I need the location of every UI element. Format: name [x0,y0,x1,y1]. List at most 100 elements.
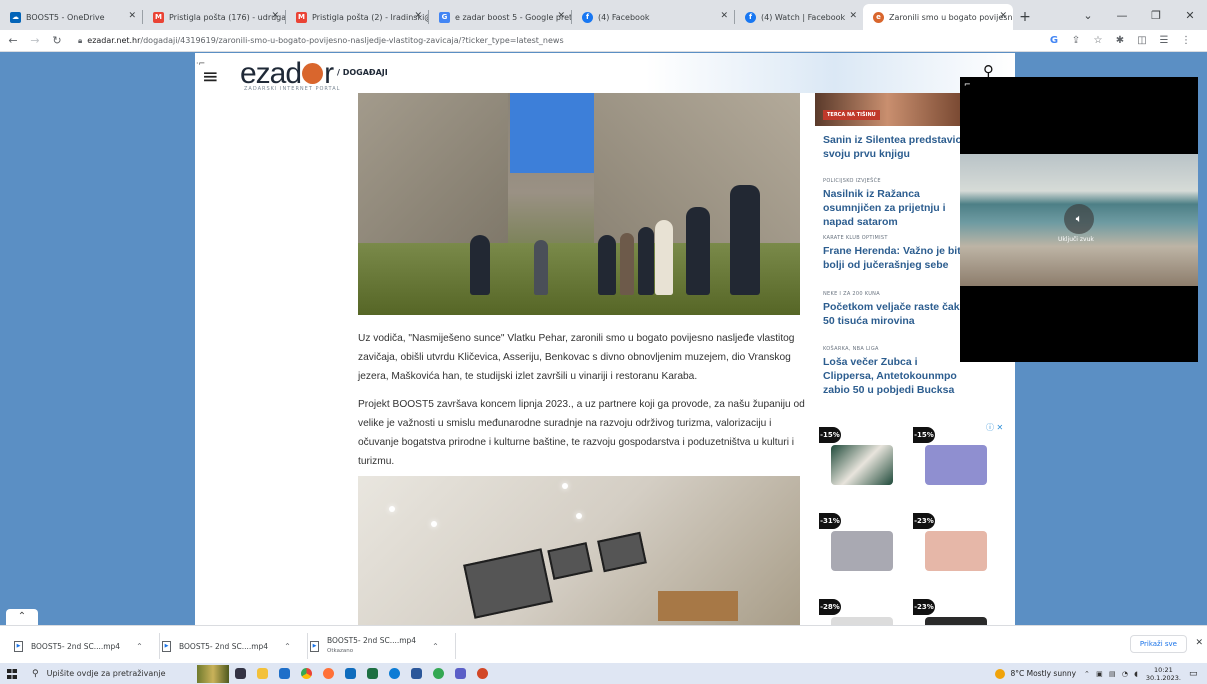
taskbar-search[interactable]: ⚲ Upišite ovdje za pretraživanje [24,663,194,684]
download-item[interactable]: ▶ BOOST5- 2nd SC....mp4 ⌃ [162,633,308,659]
windows-taskbar: ⚲ Upišite ovdje za pretraživanje 8°C Mos… [0,663,1207,684]
close-icon[interactable]: ✕ [414,11,422,21]
floating-video-player[interactable]: ⌐ 🔈︎ Uključi zvuk [960,77,1198,362]
ad-product[interactable]: -28% [817,595,907,625]
news-title[interactable]: Nasilnik iz Ražanca osumnjičen za prijet… [823,187,968,229]
chevron-up-icon[interactable]: ⌃ [284,642,291,651]
menu-icon[interactable]: ⋮ [1175,35,1197,46]
news-item[interactable]: Sanin iz Silentea predstavio svoju prvu … [823,133,968,161]
ad-product[interactable]: -15% [911,423,1001,493]
scroll-up-button[interactable]: ⌃ [6,609,38,625]
download-item[interactable]: ▶ BOOST5- 2nd SC....mp4 Otkazano ⌃ [310,633,456,659]
powerpoint-icon[interactable] [471,663,493,684]
task-view-icon[interactable] [229,663,251,684]
news-item[interactable]: KARATE KLUB OPTIMIST Frane Herenda: Važn… [823,235,968,272]
chrome-icon[interactable] [295,663,317,684]
google-lens-icon[interactable]: G [1043,35,1065,46]
advertisement[interactable]: -15% -15% -31% -23% -28% -23% [815,421,1005,625]
news-title[interactable]: Sanin iz Silentea predstavio svoju prvu … [823,133,968,161]
onedrive-icon: ☁ [10,11,21,23]
bookmark-star-icon[interactable]: ☆ [1087,35,1109,46]
new-tab-button[interactable]: + [1013,4,1037,30]
ad-product[interactable]: -23% [911,509,1001,579]
close-icon[interactable]: ✕ [1195,638,1203,648]
news-item[interactable]: KOŠARKA, NBA LIGA Loša večer Zubca i Cli… [823,346,968,397]
firefox-icon[interactable] [317,663,339,684]
ad-product[interactable]: -31% [817,509,907,579]
start-button[interactable] [0,663,24,684]
extensions-icon[interactable]: ✱ [1109,35,1131,46]
url-field[interactable]: 🔒︎ ezadar.net.hr /dogadaji/4319619/zaron… [78,36,1043,46]
reload-icon[interactable]: ↻ [48,34,66,47]
download-name: BOOST5- 2nd SC....mp4 [327,636,417,645]
news-tag: TERCA NA TIŠINU [823,110,880,120]
store-icon[interactable] [273,663,295,684]
tab-google-search[interactable]: G e zadar boost 5 - Google pretra ✕ [429,4,571,30]
mail-icon[interactable] [339,663,361,684]
close-icon[interactable]: ✕ [271,11,279,21]
chevron-up-icon[interactable]: ⌃ [136,642,143,651]
tab-search-chevron-icon[interactable]: ⌄ [1071,0,1105,30]
search-icon: ⚲ [32,668,39,679]
logo-o-icon [302,62,324,84]
restore-button[interactable]: ❐ [1139,0,1173,30]
chrome-profile-icon[interactable] [427,663,449,684]
close-icon[interactable]: ✕ [557,11,565,21]
close-icon[interactable]: ✕ [849,11,857,21]
tray-icons[interactable]: ⌃ ▣ ▤ ◔ ◖ [1084,670,1140,678]
news-title[interactable]: Frane Herenda: Važno je biti bolji od ju… [823,244,968,272]
ad-product[interactable]: -15% [817,423,907,493]
search-highlight-image[interactable] [197,664,229,683]
notification-icon[interactable]: ▭ [1189,669,1203,679]
minimize-button[interactable]: — [1105,0,1139,30]
show-all-button[interactable]: Prikaži sve [1129,635,1187,653]
speaker-icon[interactable]: 🔈︎ [1064,204,1094,234]
share-icon[interactable]: ⇪ [1065,35,1087,46]
ezadar-icon: e [873,11,884,23]
ad-choices-icon[interactable]: ⓘ ✕ [986,422,1003,433]
forward-arrow-icon[interactable]: → [26,34,44,47]
web-page: ·⌐ ≡ ezad r ZADARSKI INTERNET PORTAL / DO… [0,53,1207,625]
unmute-label[interactable]: Uključi zvuk [1058,236,1094,243]
gmail-icon: M [296,11,307,23]
section-breadcrumb[interactable]: / DOGAĐAJI [337,68,388,77]
news-category: NEKE I ZA 200 KUNA [823,291,880,297]
edge-icon[interactable] [383,663,405,684]
tab-gmail-2[interactable]: M Pristigla pošta (2) - lradinski@g ✕ [286,4,428,30]
weather-text[interactable]: 8°C Mostly sunny [1010,669,1076,678]
news-title[interactable]: Loša večer Zubca i Clippersa, Antetokoun… [823,355,968,397]
tab-facebook-watch[interactable]: f (4) Watch | Facebook ✕ [735,4,863,30]
tab-title: Pristigla pošta (2) - lradinski@g [312,12,428,22]
close-icon[interactable]: ✕ [720,11,728,21]
tab-active-article[interactable]: e Zaronili smo u bogato povijesn ✕ [863,4,1013,30]
news-item[interactable]: POLICIJSKO IZVJEŠĆE Nasilnik iz Ražanca … [823,178,968,229]
download-name: BOOST5- 2nd SC....mp4 [31,641,121,651]
side-panel-icon[interactable]: ◫ [1131,35,1153,46]
facebook-icon: f [745,11,756,23]
close-icon[interactable]: ✕ [128,11,136,21]
profile-icon[interactable]: ☰ [1153,35,1175,46]
close-window-button[interactable]: ✕ [1173,0,1207,30]
tab-title: (4) Watch | Facebook [761,12,846,22]
cast-icon[interactable]: ⌐ [964,80,971,89]
teams-icon[interactable] [449,663,471,684]
ad-product[interactable]: -23% [911,595,1001,625]
clock-date: 30.1.2023. [1145,673,1181,682]
news-title[interactable]: Početkom veljače raste čak 50 tisuća mir… [823,300,968,328]
chevron-up-icon[interactable]: ⌃ [432,642,439,651]
close-icon[interactable]: ✕ [999,11,1007,21]
hamburger-menu-icon[interactable]: ≡ [202,64,219,88]
news-item[interactable]: NEKE I ZA 200 KUNA Početkom veljače rast… [823,291,968,328]
tab-facebook[interactable]: f (4) Facebook ✕ [572,4,734,30]
tab-gmail-1[interactable]: M Pristigla pošta (176) - udrugazr ✕ [143,4,285,30]
word-icon[interactable] [405,663,427,684]
tab-onedrive[interactable]: ☁ BOOST5 - OneDrive ✕ [0,4,142,30]
back-arrow-icon[interactable]: ← [4,34,22,47]
excel-icon[interactable] [361,663,383,684]
gmail-icon: M [153,11,164,23]
clock[interactable]: 10:21 30.1.2023. [1146,666,1181,682]
search-placeholder: Upišite ovdje za pretraživanje [46,669,166,678]
window-controls: ⌄ — ❐ ✕ [1071,0,1207,30]
file-explorer-icon[interactable] [251,663,273,684]
download-item[interactable]: ▶ BOOST5- 2nd SC....mp4 ⌃ [14,633,160,659]
